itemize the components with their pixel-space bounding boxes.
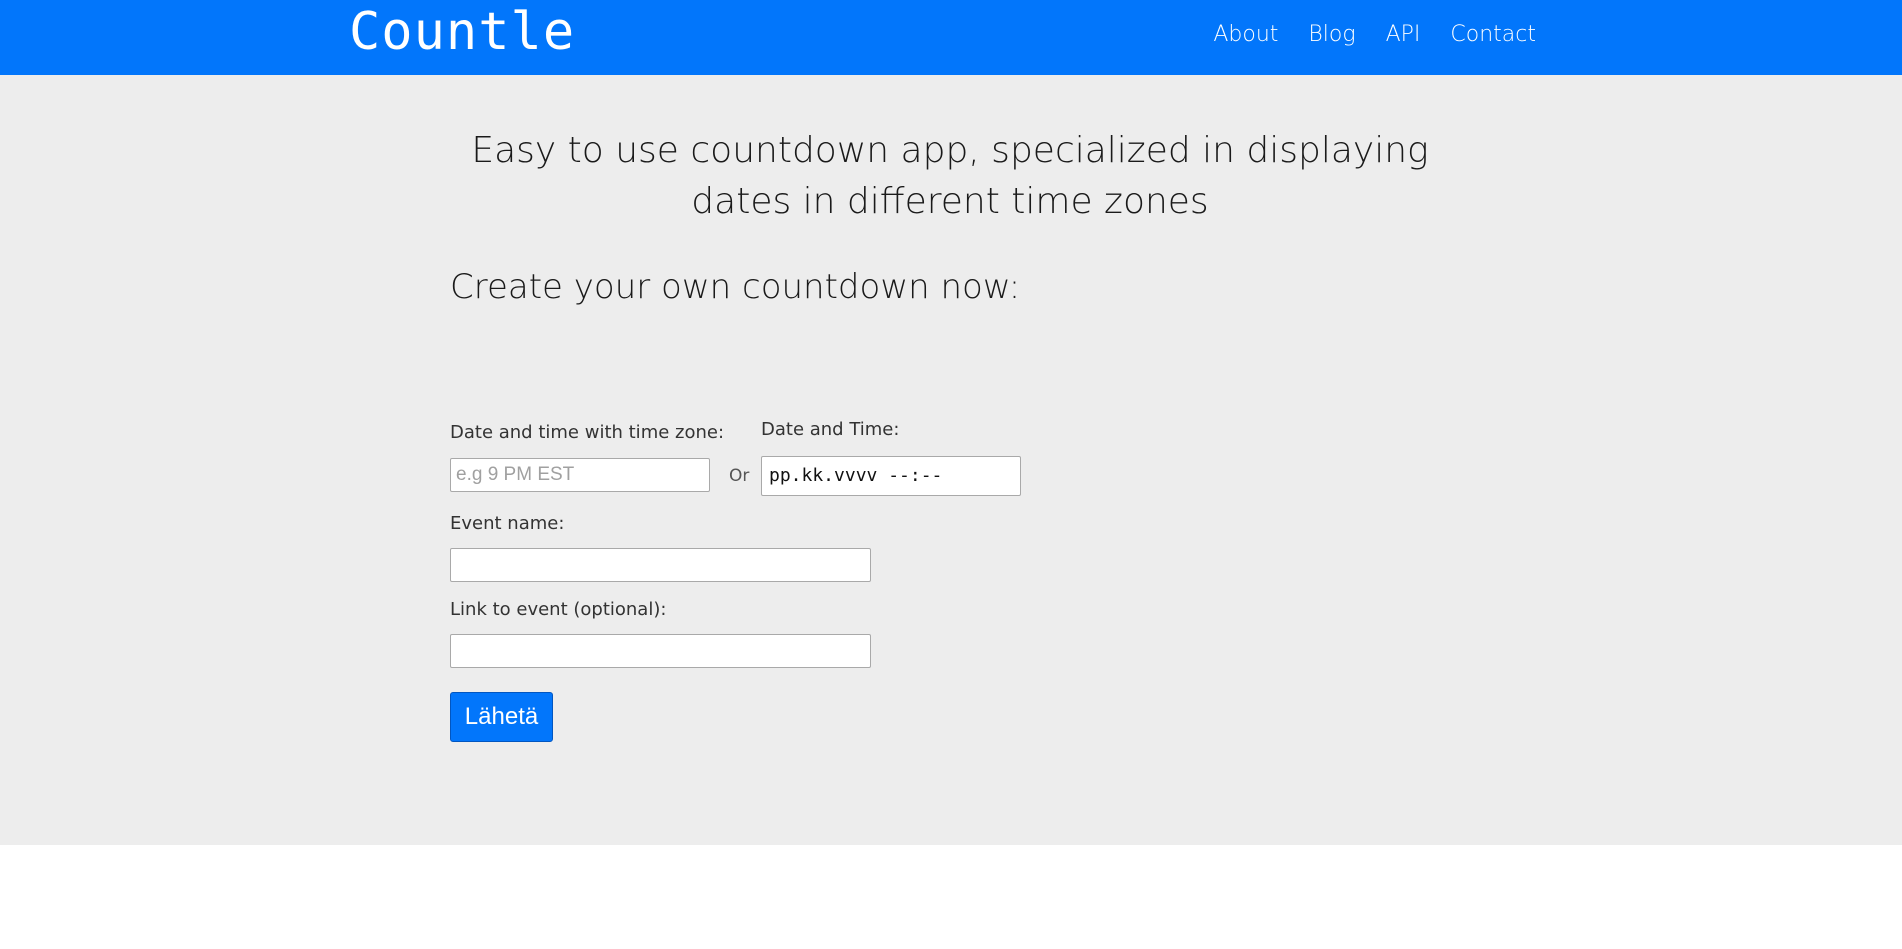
nav-link-about[interactable]: About (1213, 19, 1278, 51)
nav-link-contact[interactable]: Contact (1450, 19, 1536, 51)
datetime-input[interactable]: pp.kk.vvvv --:-- (761, 456, 1021, 496)
timezone-label: Date and time with time zone: (450, 422, 725, 443)
nav-links: About Blog API Contact (1183, 19, 1536, 51)
form-title: Create your own countdown now: (450, 267, 1021, 307)
navbar: Countle About Blog API Contact (0, 0, 1902, 75)
submit-button[interactable]: Lähetä (450, 692, 553, 742)
datetime-label: Date and Time: (761, 419, 900, 440)
event-link-label: Link to event (optional): (450, 599, 667, 620)
brand-logo[interactable]: Countle (349, 2, 575, 62)
nav-link-api[interactable]: API (1386, 19, 1421, 51)
timezone-input[interactable] (450, 458, 710, 492)
page-tagline: Easy to use countdown app, specialized i… (471, 130, 1429, 222)
or-separator: Or (729, 466, 750, 486)
nav-link-blog[interactable]: Blog (1308, 19, 1355, 51)
event-link-input[interactable] (450, 634, 871, 668)
event-name-input[interactable] (450, 548, 871, 582)
event-name-label: Event name: (450, 513, 565, 534)
